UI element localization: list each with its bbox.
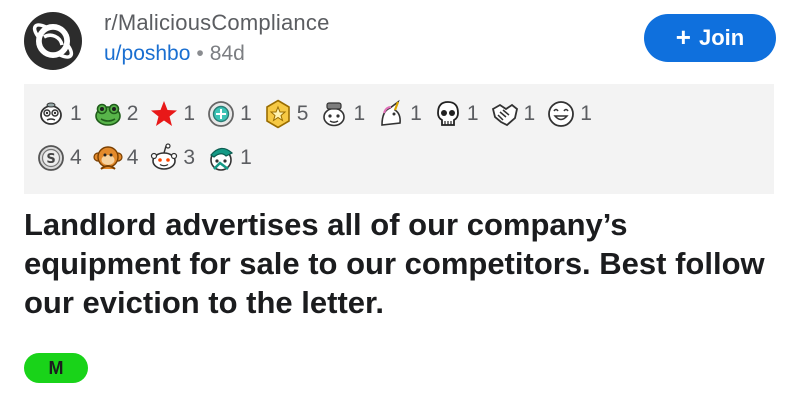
award-item[interactable]: 2 [93, 99, 139, 129]
meta-separator: • [196, 42, 204, 65]
award-count: 1 [410, 102, 422, 125]
award-count: 3 [183, 146, 196, 169]
award-count: 1 [70, 102, 82, 125]
unicorn-icon [381, 99, 402, 126]
award-item[interactable]: 3 [149, 143, 195, 173]
helpful-medal-icon [208, 101, 234, 127]
award-count: 4 [126, 146, 139, 169]
award-item[interactable]: 1 [319, 99, 365, 129]
subreddit-avatar-icon[interactable] [24, 12, 82, 70]
award-count: 1 [523, 102, 536, 125]
handshake-icon [491, 103, 518, 127]
award-item[interactable]: 1 [546, 99, 592, 129]
post-title[interactable]: Landlord advertises all of our company’s… [24, 206, 774, 322]
award-count: 1 [183, 102, 196, 125]
post-header: r/MaliciousCompliance u/poshbo • 84d + Joi… [24, 8, 776, 74]
skull-icon [436, 101, 459, 126]
award-item[interactable]: 1 [36, 99, 82, 129]
svg-text:S: S [46, 152, 55, 167]
award-item[interactable]: 1 [376, 99, 422, 129]
post-age: 84d [209, 42, 245, 65]
hat-face-icon [323, 102, 346, 127]
award-item[interactable]: 1 [490, 99, 536, 129]
snoo-icon [151, 143, 178, 170]
join-button[interactable]: + Join [644, 14, 776, 62]
award-item[interactable]: 1 [206, 143, 252, 173]
award-count: 5 [296, 102, 309, 125]
post-flair[interactable]: M [24, 353, 88, 383]
award-count: 1 [466, 102, 479, 125]
frog-face-icon [94, 103, 121, 126]
laughing-face-icon [548, 101, 575, 127]
silver-coin-icon: S [38, 145, 64, 171]
award-count: 1 [353, 102, 366, 125]
award-count: 1 [240, 146, 252, 169]
award-item[interactable]: S 4 [36, 143, 82, 173]
author-link[interactable]: u/poshbo [104, 42, 190, 65]
subreddit-name[interactable]: r/MaliciousCompliance [104, 10, 330, 36]
awards-row: S 4 4 3 1 [36, 140, 263, 176]
award-count: 2 [126, 102, 139, 125]
post-meta: u/poshbo • 84d [104, 42, 245, 66]
awards-bar[interactable]: 1 2 1 1 5 1 1 1 1 1 S 4 4 3 1 [24, 84, 774, 194]
red-star-icon [151, 101, 178, 126]
award-item[interactable]: 4 [93, 143, 139, 173]
award-count: 1 [240, 102, 252, 125]
plus-icon: + [675, 22, 691, 52]
award-count: 1 [580, 102, 592, 125]
monkey-icon [93, 146, 123, 170]
awards-row: 1 2 1 1 5 1 1 1 1 1 [36, 96, 603, 132]
award-item[interactable]: 1 [149, 99, 195, 129]
gold-badge-icon [265, 99, 290, 129]
award-item[interactable]: 1 [433, 99, 479, 129]
award-item[interactable]: 5 [263, 99, 309, 129]
teal-hat-face-icon [210, 147, 234, 171]
join-label: Join [698, 25, 745, 50]
confused-face-icon [40, 102, 62, 125]
award-count: 4 [70, 146, 82, 169]
award-item[interactable]: 1 [206, 99, 252, 129]
